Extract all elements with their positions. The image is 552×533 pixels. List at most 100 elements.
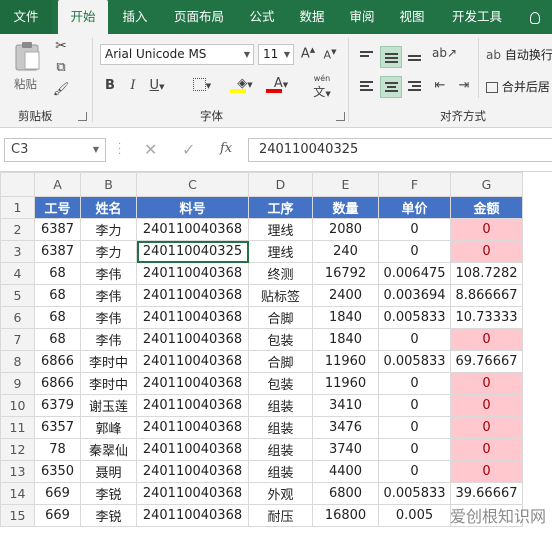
cell[interactable]: 240110040325 [136, 240, 249, 263]
cell[interactable]: 0 [378, 394, 451, 417]
cell[interactable]: 669 [34, 482, 81, 505]
decrease-indent-button[interactable]: ⇤ [430, 78, 450, 93]
cell[interactable]: 0 [450, 240, 523, 263]
row-header[interactable]: 15 [0, 504, 35, 527]
cell[interactable]: 240110040368 [136, 284, 249, 307]
cell[interactable]: 240110040368 [136, 482, 249, 505]
tab-review[interactable]: 审阅 [340, 0, 384, 34]
font-color-button[interactable]: A▼ [266, 76, 296, 93]
formula-input[interactable]: 240110040325 [248, 138, 552, 162]
cell[interactable]: 0.003694 [378, 284, 451, 307]
cell[interactable]: 6379 [34, 394, 81, 417]
bold-button[interactable]: B [102, 78, 118, 93]
cell[interactable]: 108.7282 [450, 262, 523, 285]
cell[interactable]: 69.76667 [450, 350, 523, 373]
tab-data[interactable]: 数据 [290, 0, 334, 34]
cell[interactable]: 0.005833 [378, 350, 451, 373]
align-center-button[interactable] [380, 76, 402, 98]
cell[interactable]: 68 [34, 284, 81, 307]
cell[interactable]: 合脚 [248, 306, 313, 329]
grow-font-button[interactable]: A▲ [300, 46, 316, 61]
column-header[interactable]: B [80, 172, 137, 197]
header-cell[interactable]: 数量 [312, 196, 379, 219]
header-cell[interactable]: 工序 [248, 196, 313, 219]
cell[interactable]: 0.005 [378, 504, 451, 527]
cell[interactable]: 240110040368 [136, 460, 249, 483]
cell[interactable]: 组装 [248, 438, 313, 461]
tab-formulas[interactable]: 公式 [240, 0, 284, 34]
tab-insert[interactable]: 插入 [112, 0, 158, 34]
cell[interactable]: 0 [450, 416, 523, 439]
tab-view[interactable]: 视图 [390, 0, 434, 34]
cell[interactable]: 78 [34, 438, 81, 461]
cell[interactable]: 11960 [312, 372, 379, 395]
align-left-button[interactable] [356, 76, 378, 98]
copy-icon[interactable]: ⧉ [52, 60, 70, 75]
cell[interactable]: 11960 [312, 350, 379, 373]
cell[interactable]: 李伟 [80, 262, 137, 285]
cell[interactable]: 4400 [312, 460, 379, 483]
cell[interactable]: 理线 [248, 218, 313, 241]
shrink-font-button[interactable]: A▼ [322, 48, 338, 62]
cell[interactable]: 3476 [312, 416, 379, 439]
cell[interactable]: 2080 [312, 218, 379, 241]
column-header[interactable]: F [378, 172, 451, 197]
cell[interactable]: 0.006475 [378, 262, 451, 285]
row-header[interactable]: 13 [0, 460, 35, 483]
row-header[interactable]: 4 [0, 262, 35, 285]
cell[interactable]: 16800 [312, 504, 379, 527]
cell[interactable]: 0 [450, 460, 523, 483]
cell[interactable]: 240110040368 [136, 372, 249, 395]
cell[interactable]: 240110040368 [136, 306, 249, 329]
underline-button[interactable]: U▼ [146, 78, 168, 93]
cell[interactable]: 240110040368 [136, 262, 249, 285]
cell[interactable]: 合脚 [248, 350, 313, 373]
cell[interactable]: 理线 [248, 240, 313, 263]
cell[interactable]: 李力 [80, 240, 137, 263]
tab-file[interactable]: 文件 [0, 0, 52, 34]
header-cell[interactable]: 姓名 [80, 196, 137, 219]
cell[interactable]: 0 [378, 328, 451, 351]
cell[interactable]: 李力 [80, 218, 137, 241]
cell[interactable]: 李伟 [80, 284, 137, 307]
column-header[interactable]: A [34, 172, 81, 197]
row-header[interactable]: 1 [0, 196, 35, 219]
cell[interactable]: 谢玉莲 [80, 394, 137, 417]
enter-icon[interactable]: ✓ [182, 140, 195, 159]
align-top-button[interactable] [356, 46, 378, 68]
select-all-corner[interactable] [0, 172, 35, 197]
cell[interactable]: 包装 [248, 328, 313, 351]
tab-home[interactable]: 开始 [58, 0, 108, 34]
row-header[interactable]: 14 [0, 482, 35, 505]
cell[interactable]: 0 [450, 394, 523, 417]
cell[interactable]: 0 [450, 372, 523, 395]
column-header[interactable]: G [450, 172, 523, 197]
cell[interactable]: 李伟 [80, 306, 137, 329]
cell[interactable]: 240 [312, 240, 379, 263]
cell[interactable]: 李锐 [80, 482, 137, 505]
cell[interactable]: 0 [450, 328, 523, 351]
row-header[interactable]: 5 [0, 284, 35, 307]
cell[interactable]: 0.005833 [378, 482, 451, 505]
tab-developer[interactable]: 开发工具 [444, 0, 510, 34]
cell[interactable]: 240110040368 [136, 438, 249, 461]
cell[interactable]: 聂明 [80, 460, 137, 483]
cell[interactable]: 240110040368 [136, 350, 249, 373]
cell[interactable]: 240110040368 [136, 504, 249, 527]
wrap-text-button[interactable]: ab 自动换行 [486, 46, 552, 64]
row-header[interactable]: 11 [0, 416, 35, 439]
cell[interactable]: 0 [378, 438, 451, 461]
cell[interactable]: 李时中 [80, 350, 137, 373]
cell[interactable]: 240110040368 [136, 218, 249, 241]
row-header[interactable]: 9 [0, 372, 35, 395]
cell[interactable]: 0 [450, 438, 523, 461]
cell[interactable]: 0 [378, 416, 451, 439]
cell[interactable]: 68 [34, 306, 81, 329]
row-header[interactable]: 3 [0, 240, 35, 263]
cell[interactable]: 李伟 [80, 328, 137, 351]
font-size-select[interactable]: 11 ▼ [258, 44, 294, 65]
cell[interactable]: 6350 [34, 460, 81, 483]
fill-color-button[interactable]: ◈▼ [230, 76, 260, 93]
cell[interactable]: 包装 [248, 372, 313, 395]
cell[interactable]: 0 [378, 240, 451, 263]
